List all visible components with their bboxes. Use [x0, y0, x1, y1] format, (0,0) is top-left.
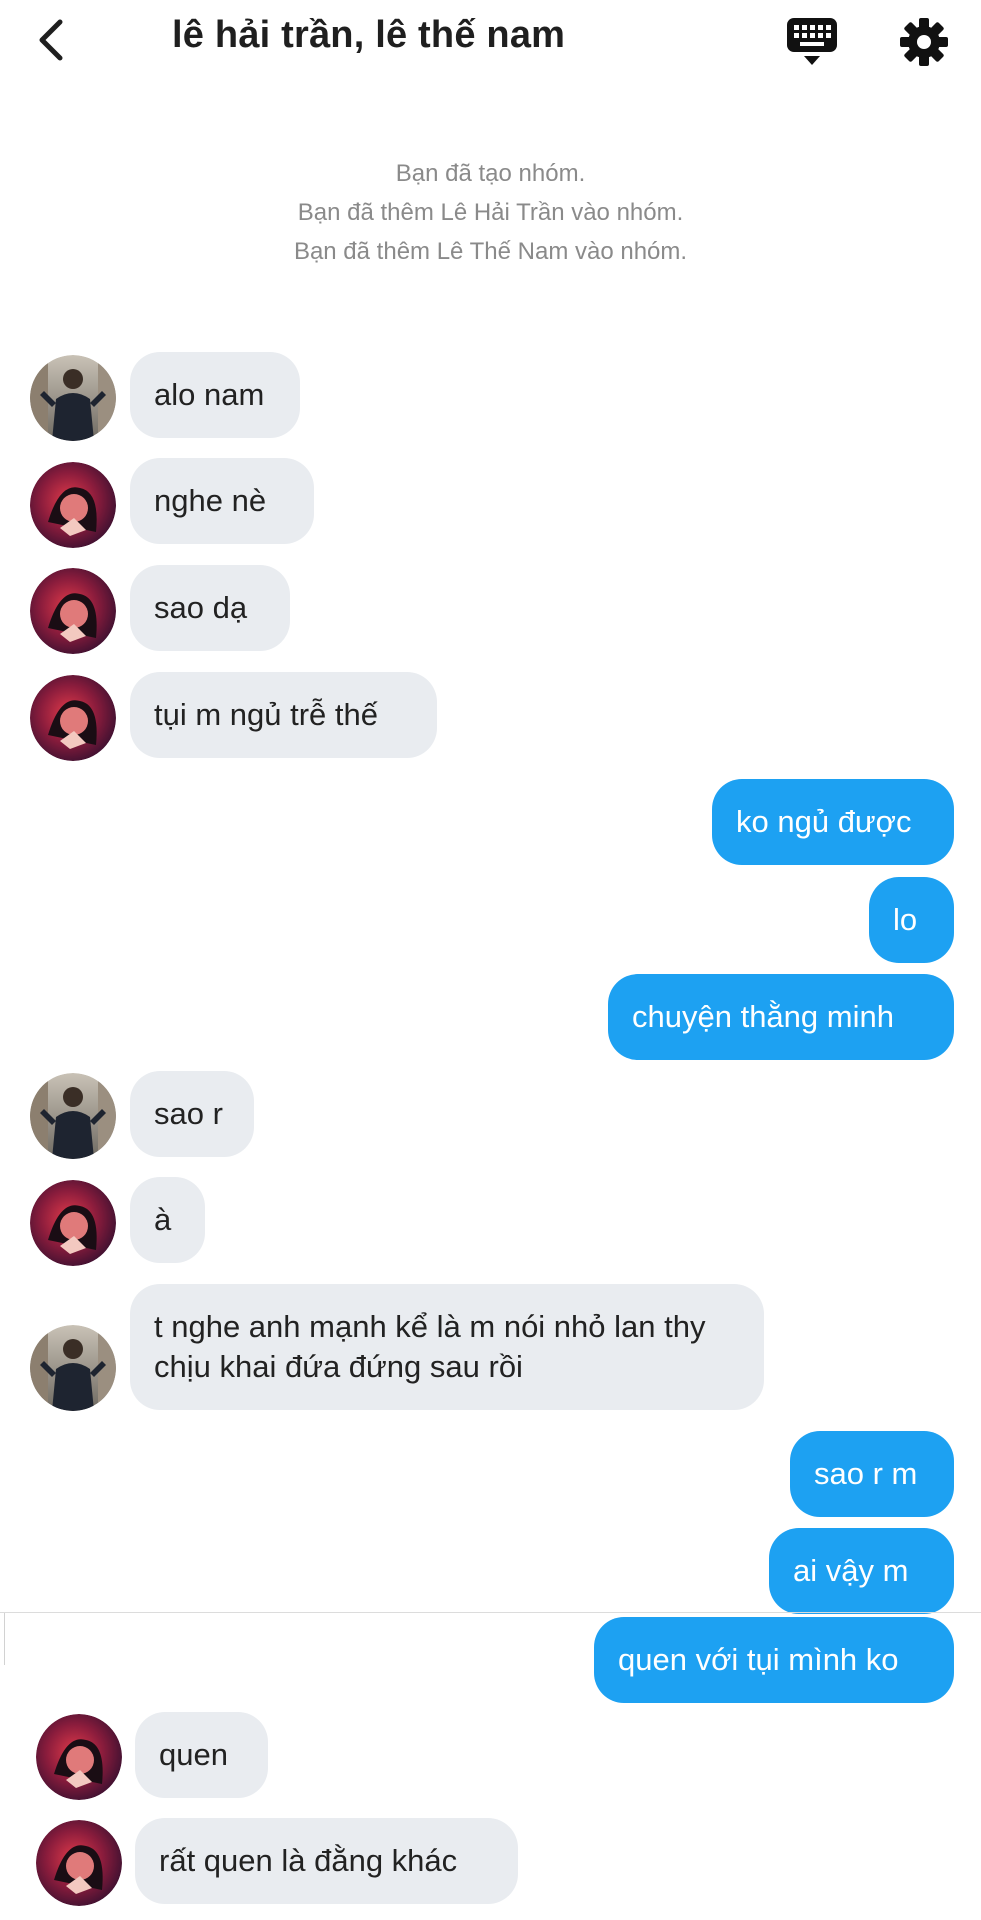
chat-header: lê hải trần, lê thế nam: [0, 0, 981, 84]
divider: [4, 1613, 5, 1665]
incoming-message[interactable]: à: [130, 1177, 205, 1263]
outgoing-message[interactable]: sao r m: [790, 1431, 954, 1517]
incoming-message[interactable]: nghe nè: [130, 458, 314, 544]
avatar[interactable]: [30, 568, 116, 654]
incoming-message[interactable]: t nghe anh mạnh kể là m nói nhỏ lan thy …: [130, 1284, 764, 1410]
incoming-message[interactable]: tụi m ngủ trễ thế: [130, 672, 437, 758]
avatar[interactable]: [30, 1180, 116, 1266]
avatar[interactable]: [36, 1714, 122, 1800]
incoming-message[interactable]: alo nam: [130, 352, 300, 438]
incoming-message[interactable]: quen: [135, 1712, 268, 1798]
avatar[interactable]: [30, 1073, 116, 1159]
chevron-left-icon: [39, 19, 63, 61]
outgoing-message[interactable]: ko ngủ được: [712, 779, 954, 865]
system-message: Bạn đã thêm Lê Thế Nam vào nhóm.: [293, 238, 688, 265]
avatar[interactable]: [30, 675, 116, 761]
settings-button[interactable]: [898, 16, 950, 68]
outgoing-message[interactable]: ai vậy m: [769, 1528, 954, 1614]
gear-icon: [900, 18, 948, 66]
outgoing-message[interactable]: quen với tụi mình ko: [594, 1617, 954, 1703]
divider: [0, 1612, 981, 1613]
incoming-message[interactable]: rất quen là đằng khác: [135, 1818, 518, 1904]
incoming-message[interactable]: sao r: [130, 1071, 254, 1157]
avatar[interactable]: [36, 1820, 122, 1906]
outgoing-message[interactable]: lo: [869, 877, 954, 963]
avatar[interactable]: [30, 355, 116, 441]
system-message: Bạn đã thêm Lê Hải Trần vào nhóm.: [297, 199, 684, 226]
incoming-message[interactable]: sao dạ: [130, 565, 290, 651]
keyboard-button[interactable]: [786, 16, 838, 68]
conversation-title[interactable]: lê hải trần, lê thế nam: [172, 14, 565, 57]
avatar[interactable]: [30, 1325, 116, 1411]
back-button[interactable]: [34, 16, 74, 64]
outgoing-message[interactable]: chuyện thằng minh: [608, 974, 954, 1060]
avatar[interactable]: [30, 462, 116, 548]
system-message: Bạn đã tạo nhóm.: [395, 160, 586, 187]
keyboard-icon: [787, 18, 837, 65]
